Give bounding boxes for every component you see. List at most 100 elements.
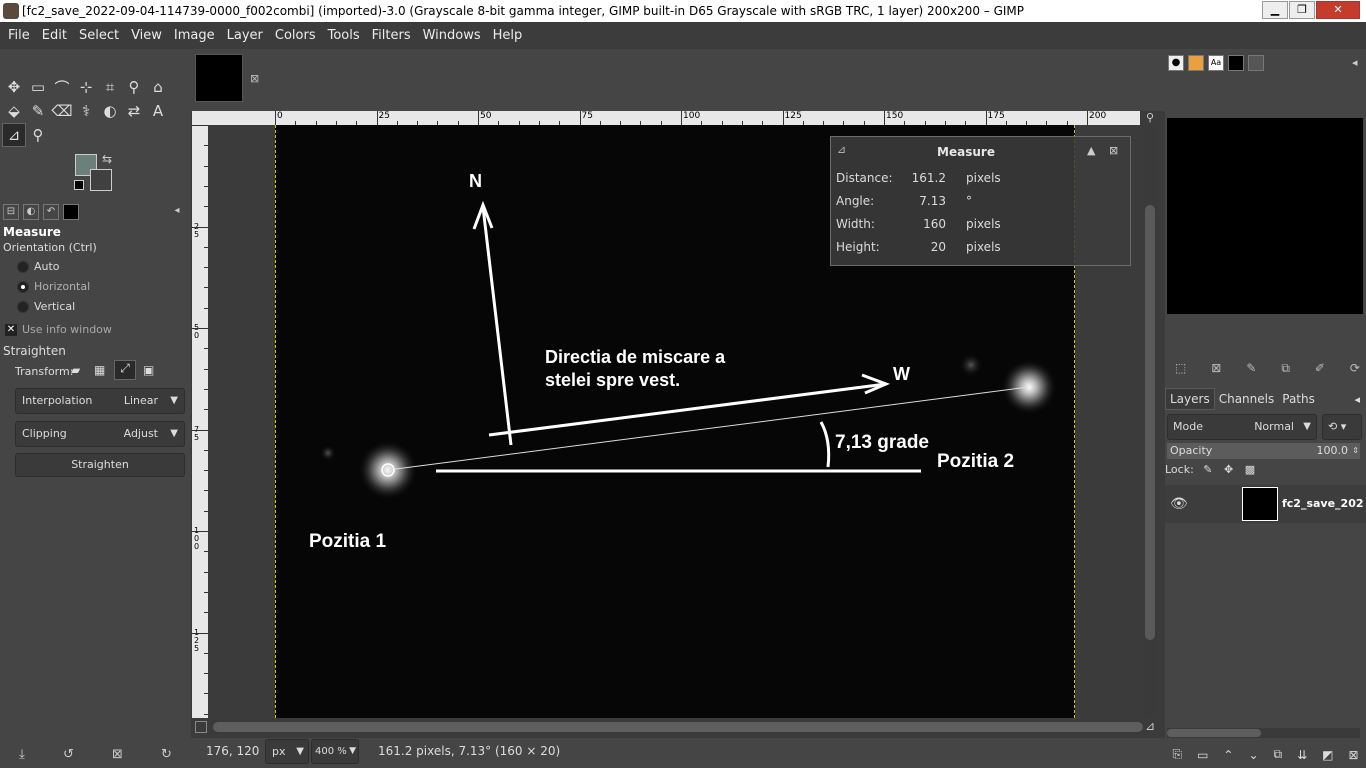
transform-layer-icon[interactable]: ▰ [71,363,80,377]
visibility-eye-icon[interactable]: 👁 [1170,496,1188,512]
device-status-tab-icon[interactable]: ◐ [23,204,39,220]
reset-options-icon[interactable]: ↻ [161,747,172,762]
delete-brush-icon[interactable]: ✐ [1315,361,1325,376]
menu-image[interactable]: Image [168,22,221,49]
bucket-fill-tool-icon[interactable]: ⬙ [2,99,26,123]
ruler-corner-icon[interactable] [192,111,208,125]
crop-tool-icon[interactable]: ⌗ [98,75,122,99]
text-tool-icon[interactable]: A [146,99,170,123]
zoom-tool-icon[interactable]: ⚲ [26,123,50,147]
menu-tools[interactable]: Tools [322,22,366,49]
vertical-scrollbar-thumb[interactable] [1145,205,1155,640]
use-info-window-checkbox[interactable]: ✕ [5,324,17,336]
straighten-button[interactable]: Straighten [15,453,185,477]
brush-as-image-icon[interactable]: ⬚ [1175,361,1186,376]
transform-selection-icon[interactable]: ▦ [94,363,105,377]
close-window-button[interactable]: ✕ [1316,1,1360,19]
tab-layers[interactable]: Layers [1165,388,1215,410]
menu-file[interactable]: File [2,22,36,49]
close-icon[interactable]: ⊠ [1109,144,1118,157]
clone-tool-icon[interactable]: ⚕ [74,99,98,123]
move-tool-icon[interactable]: ✥ [2,75,26,99]
duplicate-layer-icon[interactable]: ⧉ [1274,747,1283,762]
rect-select-tool-icon[interactable]: ▭ [26,75,50,99]
zoom-fit-icon[interactable]: ⚲ [1143,111,1157,125]
radio-horizontal[interactable] [17,281,29,293]
edit-brush-icon[interactable]: ✎ [1246,361,1256,376]
interpolation-combo[interactable]: Interpolation Linear ▼ [15,388,185,414]
horizontal-ruler[interactable]: 0 25 50 75 100 125 150 175 200 [208,111,1140,125]
image-tab-close-icon[interactable]: ⊠ [250,72,259,85]
new-layer-icon[interactable]: ⎘ [1172,747,1182,762]
refresh-brushes-icon[interactable]: ⟳ [1350,361,1360,376]
transform-path-icon[interactable]: ⤢ [114,360,136,380]
navigate-icon[interactable]: ⊿ [1145,719,1155,733]
free-select-tool-icon[interactable]: ⌒ [50,75,74,99]
layer-thumbnail[interactable] [1242,487,1278,521]
layer-mode-combo[interactable]: Mode Normal ▼ [1167,414,1317,440]
new-layer-group-icon[interactable]: ▭ [1197,748,1208,762]
horizontal-scrollbar-thumb[interactable] [213,722,1143,732]
radio-vertical-label[interactable]: Vertical [34,300,75,313]
image-tab-thumbnail[interactable] [195,54,243,102]
brushes-tab-icon[interactable]: ● [1168,55,1184,71]
spin-arrows-icon[interactable]: ⇕ [1352,443,1359,459]
composite-mode-combo[interactable]: ⟲ ▾ [1322,414,1362,440]
measure-info-window[interactable]: ⊿ Measure ▲ ⊠ Distance: 161.2 pixels Ang… [830,136,1131,266]
tool-options-tab-icon[interactable]: ⊟ [3,204,19,220]
lower-layer-icon[interactable]: ⌄ [1248,748,1258,762]
menu-view[interactable]: View [125,22,168,49]
tab-channels[interactable]: Channels [1215,389,1279,409]
zoom-selector[interactable]: 400 % ▼ [311,739,359,764]
radio-horizontal-label[interactable]: Horizontal [34,280,90,293]
images-tab-icon[interactable] [63,204,79,220]
restore-options-icon[interactable]: ↺ [63,747,74,762]
menu-windows[interactable]: Windows [417,22,487,49]
menu-filters[interactable]: Filters [366,22,417,49]
transform-image-icon[interactable]: ▣ [143,363,154,377]
layer-mask-icon[interactable]: ◩ [1322,748,1333,762]
fuzzy-select-tool-icon[interactable]: ⊹ [74,75,98,99]
detach-icon[interactable]: ▲ [1087,144,1095,157]
radio-auto-label[interactable]: Auto [34,260,60,273]
delete-options-icon[interactable]: ⊠ [112,747,123,762]
eraser-tool-icon[interactable]: ⌫ [50,99,74,123]
save-options-icon[interactable]: ⤓ [19,747,25,762]
radio-vertical[interactable] [17,301,29,313]
dock-menu-icon[interactable]: ◂ [1352,56,1358,69]
merge-layer-icon[interactable]: ⇊ [1297,748,1307,762]
menu-select[interactable]: Select [73,22,125,49]
layers-scrollbar-thumb[interactable] [1167,729,1261,737]
background-color-swatch[interactable] [90,169,112,191]
delete-layer-icon[interactable]: ⊠ [1348,748,1358,762]
document-history-tab-icon[interactable] [1228,55,1244,71]
measure-line[interactable] [387,386,1030,471]
tab-paths[interactable]: Paths [1278,389,1319,409]
menu-layer[interactable]: Layer [221,22,269,49]
measure-tool-icon[interactable]: ⊿ [2,123,26,147]
radio-auto[interactable] [17,261,29,273]
lock-pixels-icon[interactable]: ✎ [1203,463,1212,476]
duplicate-brush-icon[interactable]: ⧉ [1281,361,1290,376]
unified-transform-tool-icon[interactable]: ⚲ [122,75,146,99]
warp-tool-icon[interactable]: ⌂ [146,75,170,99]
minimize-button[interactable]: ▁ [1262,1,1288,19]
opacity-slider[interactable]: Opacity 100.0 ⇕ [1167,443,1360,459]
reset-colors-icon[interactable] [74,180,84,190]
fonts-tab-icon[interactable]: Aa [1208,55,1224,71]
swap-colors-icon[interactable]: ⇆ [102,152,112,166]
clipping-combo[interactable]: Clipping Adjust ▼ [15,421,185,447]
menu-colors[interactable]: Colors [269,22,322,49]
new-brush-icon[interactable]: ⊠ [1211,361,1221,376]
patterns-tab-icon[interactable] [1188,55,1204,71]
lock-position-icon[interactable]: ✥ [1224,463,1233,476]
vertical-ruler[interactable]: 2 55 07 51 0 01 2 51 5 0 [192,125,208,718]
menu-help[interactable]: Help [487,22,529,49]
quick-mask-toggle-icon[interactable] [195,721,207,733]
layer-name[interactable]: fc2_save_202 [1282,497,1366,510]
lock-alpha-icon[interactable]: ▩ [1245,463,1255,476]
maximize-button[interactable]: ❐ [1289,1,1315,19]
use-info-window-label[interactable]: Use info window [22,323,112,336]
templates-tab-icon[interactable] [1248,55,1264,71]
paintbrush-tool-icon[interactable]: ✎ [26,99,50,123]
